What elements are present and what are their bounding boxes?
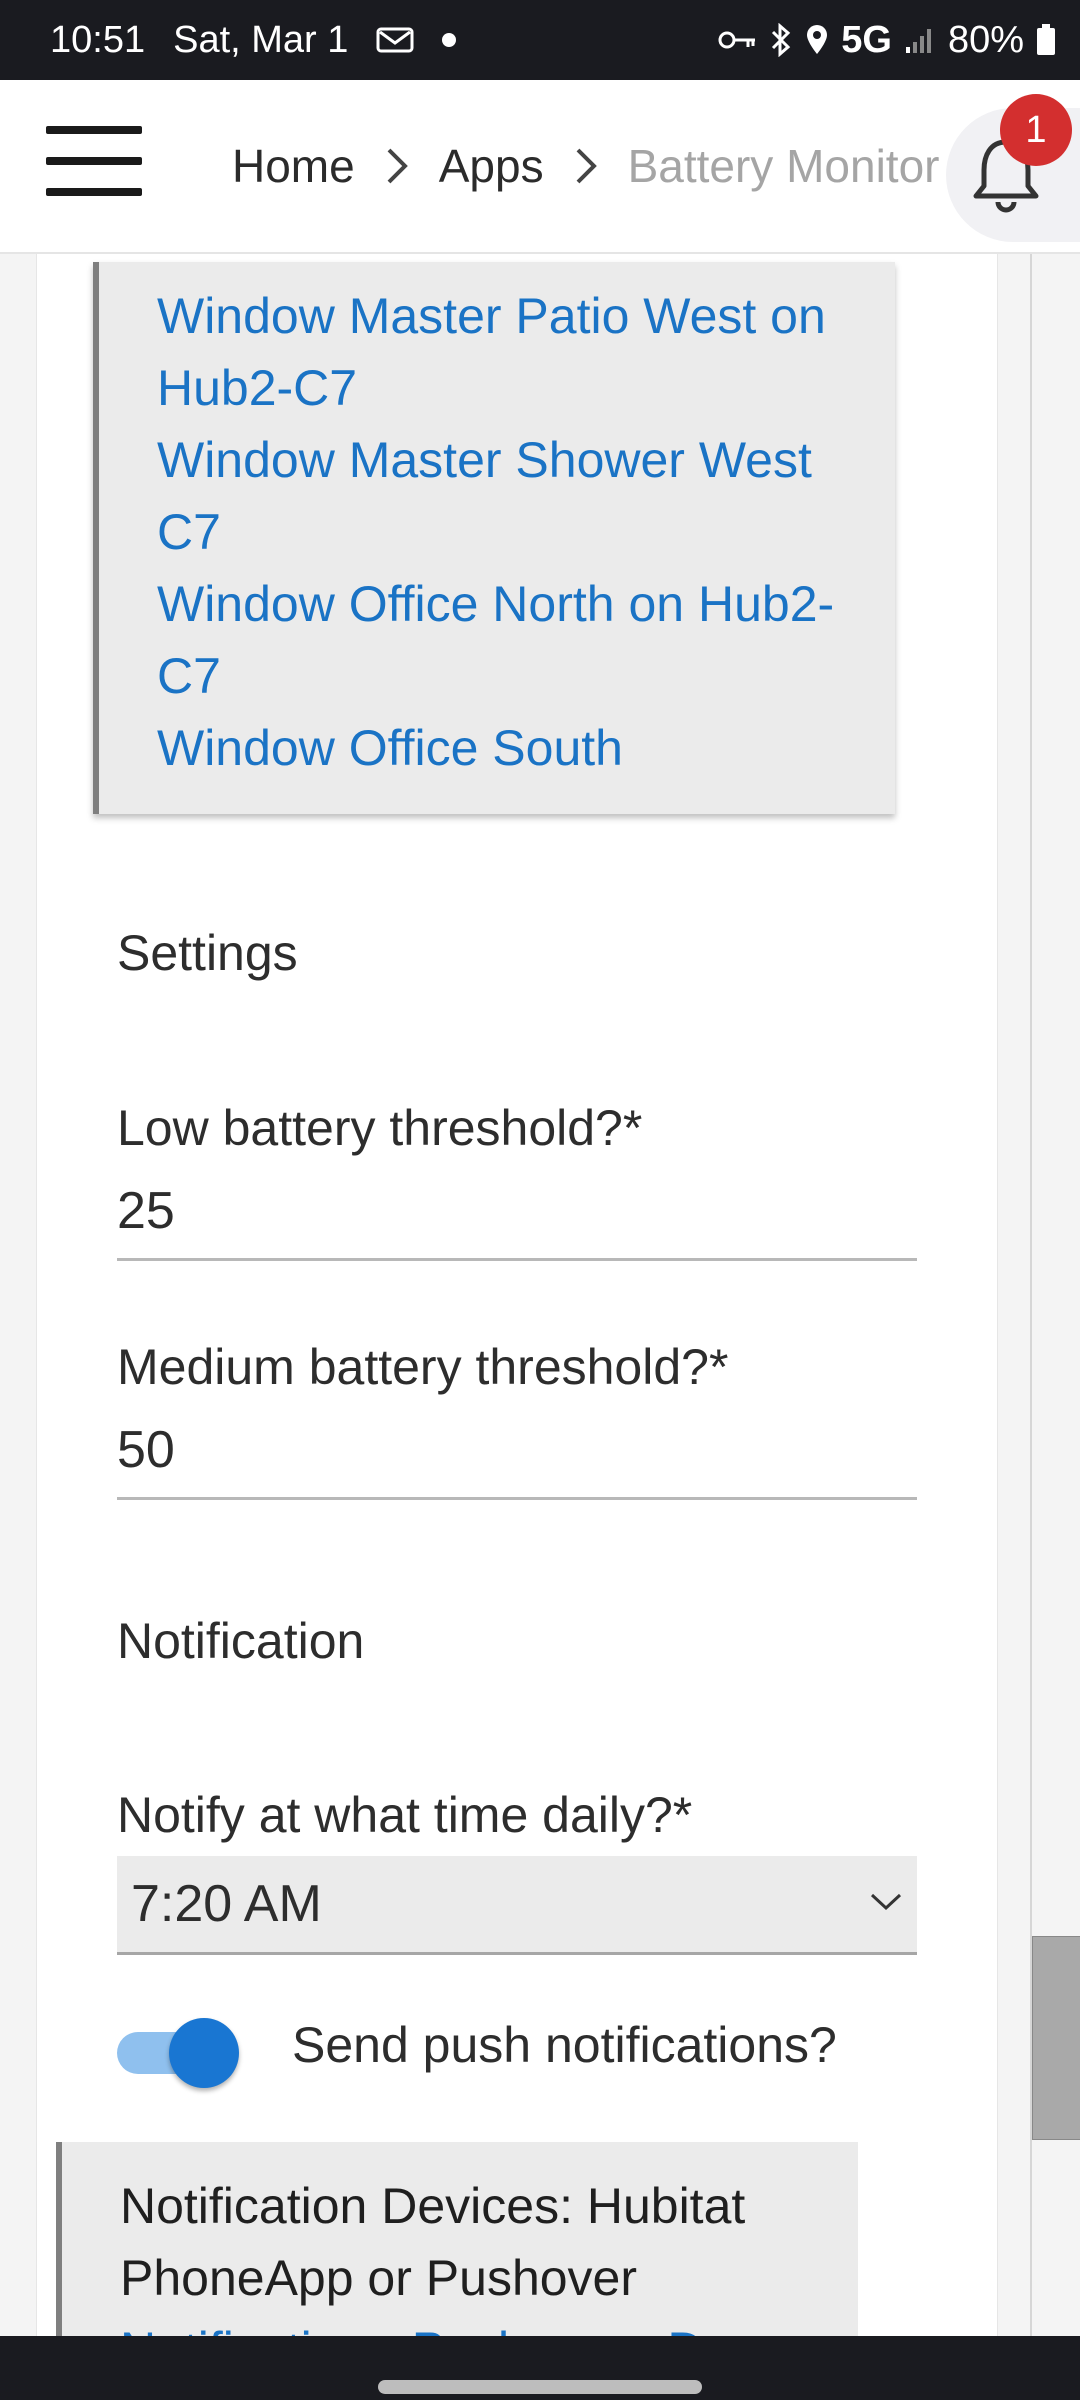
settings-section-title: Settings — [117, 925, 298, 981]
bluetooth-icon — [769, 23, 793, 57]
notification-section-title: Notification — [117, 1613, 365, 1669]
device-link[interactable]: Window Office South — [157, 712, 857, 784]
notification-dot-icon — [442, 33, 457, 47]
medium-threshold-input[interactable]: 50 — [117, 1420, 175, 1480]
chevron-right-icon — [574, 146, 598, 186]
location-icon — [805, 24, 829, 56]
menu-icon[interactable] — [46, 126, 142, 196]
mail-icon — [376, 25, 414, 55]
notification-device-link[interactable]: Notification - Pushover - D — [120, 2314, 704, 2336]
device-link[interactable]: Window Master Patio West on Hub2-C7 — [157, 280, 857, 424]
main-content: Window Master Patio West on Hub2-C7 Wind… — [0, 254, 1080, 2336]
device-link[interactable]: Window Master Shower West C7 — [157, 424, 857, 568]
status-bar: 10:51 Sat, Mar 1 5G 80% — [0, 0, 1080, 80]
vpn-key-icon — [717, 27, 757, 53]
battery-icon — [1036, 24, 1056, 56]
push-notifications-label: Send push notifications? — [292, 2017, 837, 2073]
notify-time-value: 7:20 AM — [131, 1875, 322, 1933]
low-threshold-input[interactable]: 25 — [117, 1181, 175, 1241]
low-threshold-underline — [117, 1258, 917, 1261]
selected-devices-list: Window Master Patio West on Hub2-C7 Wind… — [93, 262, 895, 814]
network-type: 5G — [841, 18, 892, 61]
medium-threshold-label: Medium battery threshold?* — [117, 1339, 729, 1395]
status-time: 10:51 — [50, 18, 146, 61]
device-link[interactable]: Window Office North on Hub2-C7 — [157, 568, 857, 712]
chevron-right-icon — [385, 146, 409, 186]
notification-count-badge: 1 — [1000, 94, 1072, 166]
signal-icon — [904, 25, 936, 55]
battery-percent: 80% — [947, 18, 1024, 61]
breadcrumb-current: Battery Monitor — [627, 140, 940, 192]
home-gesture-handle[interactable] — [378, 2380, 702, 2394]
breadcrumb-apps[interactable]: Apps — [439, 139, 544, 193]
push-notifications-toggle[interactable] — [117, 2016, 241, 2090]
app-header: Home Apps Battery Monitor 1 — [0, 80, 1080, 254]
notify-time-select[interactable]: 7:20 AM — [117, 1856, 917, 1955]
chevron-down-icon — [869, 1892, 903, 1917]
breadcrumb-home[interactable]: Home — [232, 139, 355, 193]
low-threshold-label: Low battery threshold?* — [117, 1100, 643, 1156]
notification-devices-box: Notification Devices: Hubitat PhoneApp o… — [56, 2142, 858, 2336]
medium-threshold-underline — [117, 1497, 917, 1500]
breadcrumb: Home Apps Battery Monitor — [232, 80, 952, 252]
notification-devices-label: Notification Devices: Hubitat PhoneApp o… — [120, 2178, 746, 2306]
notify-time-label: Notify at what time daily?* — [117, 1787, 693, 1843]
status-date: Sat, Mar 1 — [173, 18, 349, 61]
scrollbar-thumb[interactable] — [1032, 1936, 1080, 2140]
toggle-thumb — [169, 2018, 239, 2088]
